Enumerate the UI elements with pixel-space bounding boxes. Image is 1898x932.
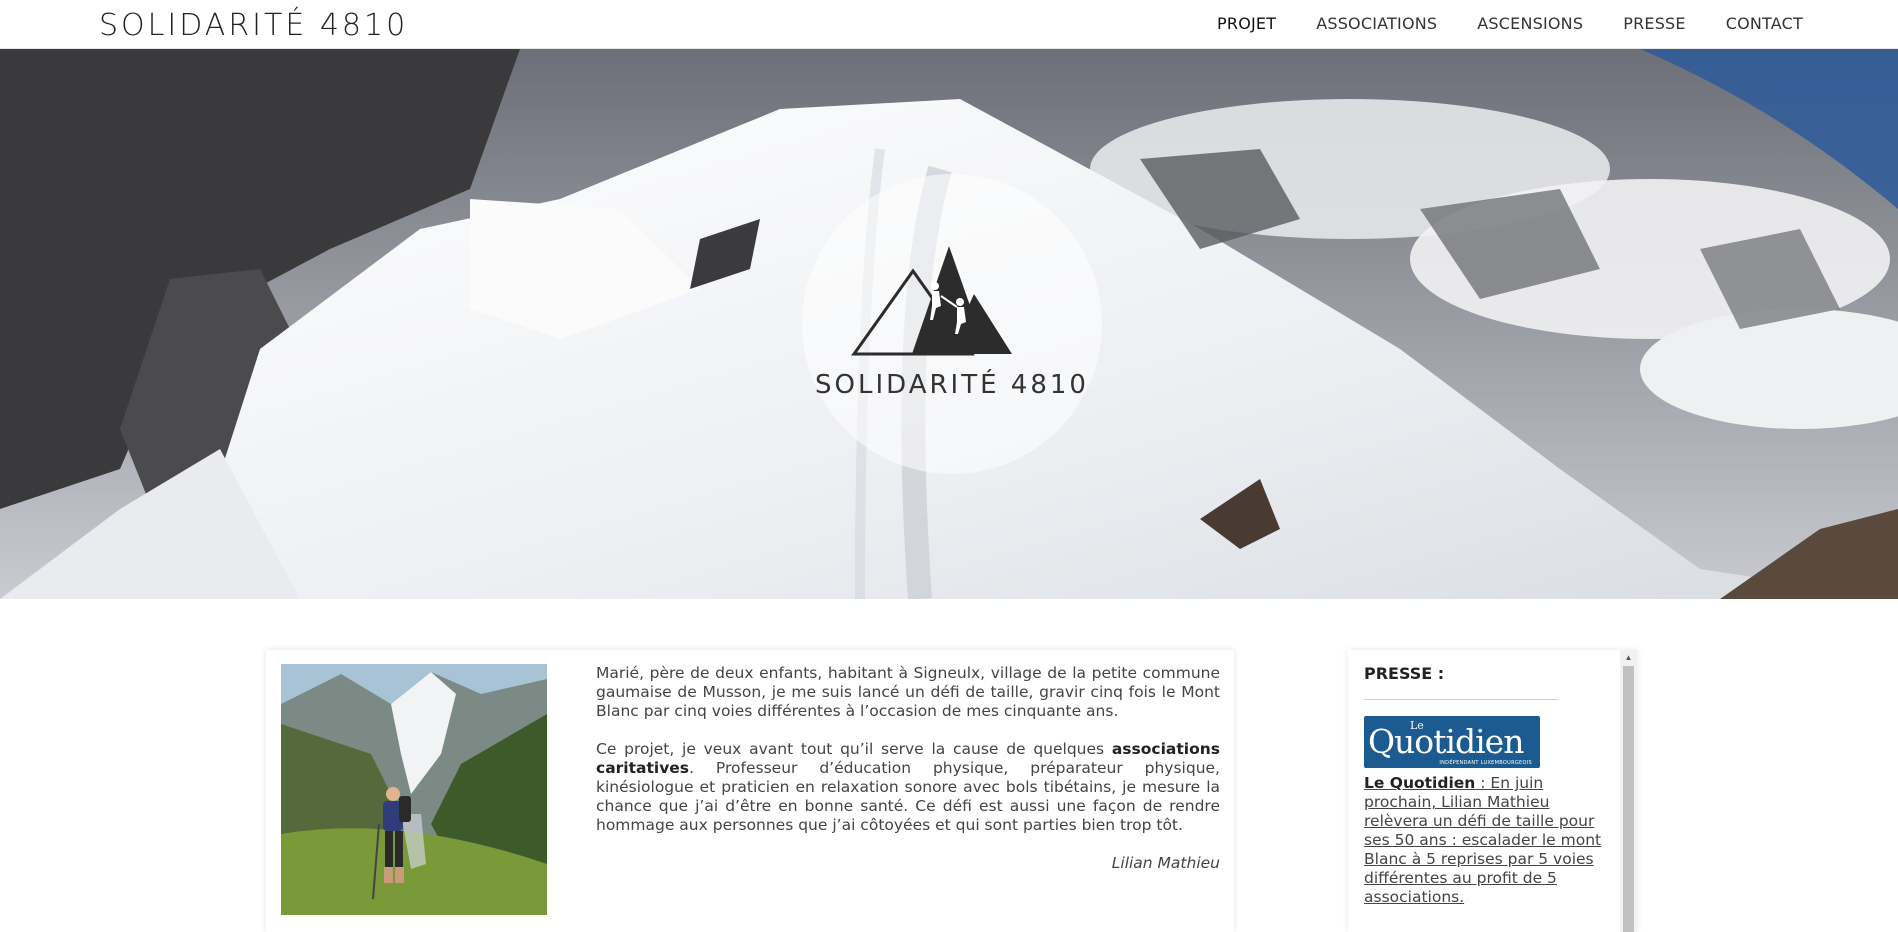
nav-item-projet[interactable]: PROJET: [1217, 14, 1276, 33]
press-article-text: : En juin prochain, Lilian Mathieu relèv…: [1364, 774, 1602, 906]
press-source: Le Quotidien: [1364, 774, 1476, 792]
hero-logo-text: SOLIDARITÉ 4810: [815, 370, 1089, 400]
top-navigation-bar: SOLIDARITÉ 4810 PROJET ASSOCIATIONS ASCE…: [0, 0, 1898, 49]
press-divider: [1364, 699, 1558, 700]
mission-text-end: . Professeur d’éducation physique, prépa…: [596, 759, 1220, 834]
scroll-up-arrow-icon[interactable]: ▲: [1620, 652, 1637, 664]
hero-banner: SOLIDARITÉ 4810: [0, 49, 1898, 599]
press-article-link[interactable]: Le Quotidien : En juin prochain, Lilian …: [1364, 774, 1612, 907]
nav-item-ascensions[interactable]: ASCENSIONS: [1477, 14, 1583, 33]
intro-paragraph: Marié, père de deux enfants, habitant à …: [596, 664, 1220, 720]
project-intro-card: Marié, père de deux enfants, habitant à …: [266, 650, 1234, 932]
mission-text-start: Ce projet, je veux avant tout qu’il serv…: [596, 740, 1112, 758]
main-nav: PROJET ASSOCIATIONS ASCENSIONS PRESSE CO…: [1217, 14, 1803, 33]
hero-logo-badge: SOLIDARITÉ 4810: [802, 174, 1102, 474]
logo-subtitle-text: INDÉPENDANT LUXEMBOURGEOIS: [1439, 760, 1532, 766]
press-sidebar: PRESSE : Le Quotidien INDÉPENDANT LUXEMB…: [1348, 650, 1637, 932]
le-quotidien-logo[interactable]: Le Quotidien INDÉPENDANT LUXEMBOURGEOIS: [1364, 716, 1540, 768]
author-signature: Lilian Mathieu: [1111, 854, 1220, 872]
hiker-mountain-image: [281, 664, 547, 915]
mountain-climbers-icon: [851, 246, 1012, 356]
press-scrollbar[interactable]: ▲: [1620, 650, 1637, 932]
scroll-thumb[interactable]: [1623, 666, 1634, 932]
nav-item-associations[interactable]: ASSOCIATIONS: [1316, 14, 1437, 33]
hiker-photo: [281, 664, 547, 915]
nav-item-contact[interactable]: CONTACT: [1726, 14, 1803, 33]
press-title: PRESSE :: [1364, 664, 1445, 683]
brand-logo-text[interactable]: SOLIDARITÉ 4810: [99, 8, 408, 43]
nav-item-presse[interactable]: PRESSE: [1623, 14, 1686, 33]
project-description: Marié, père de deux enfants, habitant à …: [596, 664, 1220, 892]
logo-quotidien-text: Quotidien: [1368, 722, 1524, 761]
mission-paragraph: Ce projet, je veux avant tout qu’il serv…: [596, 740, 1220, 835]
